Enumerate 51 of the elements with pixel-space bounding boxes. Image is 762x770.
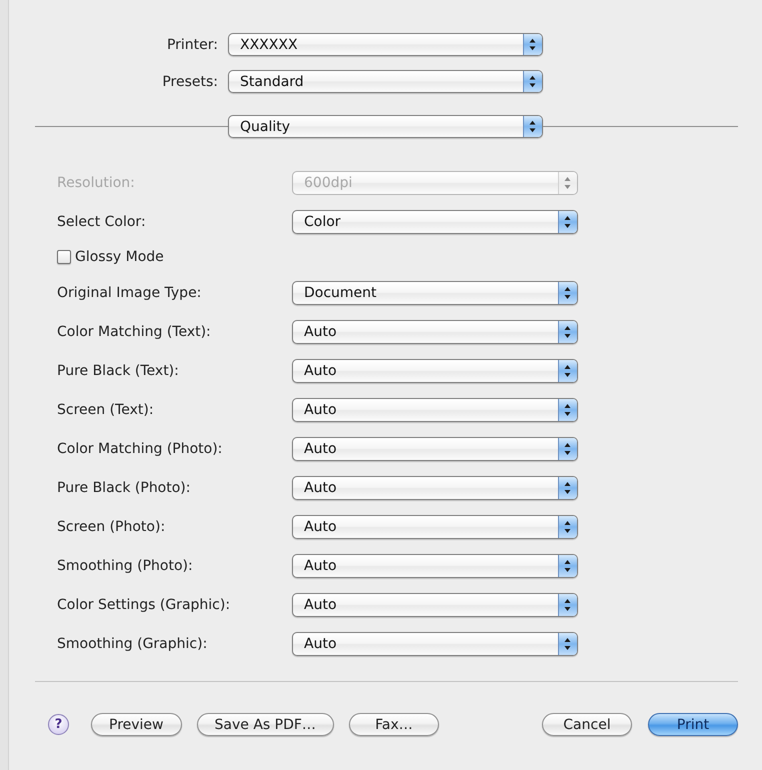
dropdown[interactable]: Auto <box>292 593 578 617</box>
dropdown[interactable]: Auto <box>292 554 578 578</box>
updown-arrows-icon <box>558 477 577 499</box>
help-button[interactable]: ? <box>48 714 69 735</box>
push-button[interactable]: Fax… <box>348 713 439 736</box>
dropdown[interactable]: Auto <box>292 632 578 656</box>
dropdown[interactable]: Auto <box>292 515 578 539</box>
updown-arrows-icon <box>558 438 577 460</box>
field-label: Original Image Type: <box>57 285 202 301</box>
updown-arrows-icon <box>558 211 577 233</box>
updown-arrows-icon <box>558 516 577 538</box>
dropdown[interactable]: Quality <box>228 115 543 138</box>
checkbox-label: Glossy Mode <box>75 249 164 265</box>
updown-arrows-icon <box>558 360 577 382</box>
updown-arrows-icon <box>558 555 577 577</box>
field-label: Color Matching (Text): <box>57 324 212 340</box>
field-label: Color Settings (Graphic): <box>57 597 232 613</box>
dropdown[interactable]: Standard <box>228 70 543 93</box>
field-label: Smoothing (Graphic): <box>57 636 208 652</box>
dropdown[interactable]: Auto <box>292 398 578 422</box>
dropdown[interactable]: Document <box>292 281 578 305</box>
updown-arrows-icon <box>558 399 577 421</box>
field-label: Color Matching (Photo): <box>57 441 224 457</box>
updown-arrows-icon <box>558 321 577 343</box>
updown-arrows-icon <box>558 633 577 655</box>
dropdown[interactable]: Auto <box>292 359 578 383</box>
push-button[interactable]: Cancel <box>542 713 632 736</box>
dropdown[interactable]: XXXXXX <box>228 33 543 56</box>
field-label: Smoothing (Photo): <box>57 558 194 574</box>
field-label: Resolution: <box>57 175 136 191</box>
updown-arrows-icon <box>523 34 542 55</box>
field-label: Presets: <box>161 74 218 90</box>
updown-arrows-icon <box>558 172 577 194</box>
updown-arrows-icon <box>558 282 577 304</box>
dropdown[interactable]: Auto <box>292 437 578 461</box>
field-label: Screen (Text): <box>57 402 155 418</box>
checkbox[interactable] <box>57 250 71 264</box>
updown-arrows-icon <box>523 71 542 92</box>
field-label: Pure Black (Text): <box>57 363 180 379</box>
field-label: Printer: <box>166 36 218 52</box>
dropdown[interactable]: Auto <box>292 476 578 500</box>
push-button[interactable]: Save As PDF… <box>196 713 334 736</box>
push-button[interactable]: Preview <box>91 713 182 736</box>
dropdown[interactable]: Color <box>292 210 578 234</box>
dropdown[interactable]: Auto <box>292 320 578 344</box>
field-label: Pure Black (Photo): <box>57 480 192 496</box>
field-label: Select Color: <box>57 214 147 230</box>
push-button[interactable]: Print <box>648 713 738 736</box>
updown-arrows-icon <box>523 116 542 137</box>
field-label: Screen (Photo): <box>57 519 166 535</box>
updown-arrows-icon <box>558 594 577 616</box>
